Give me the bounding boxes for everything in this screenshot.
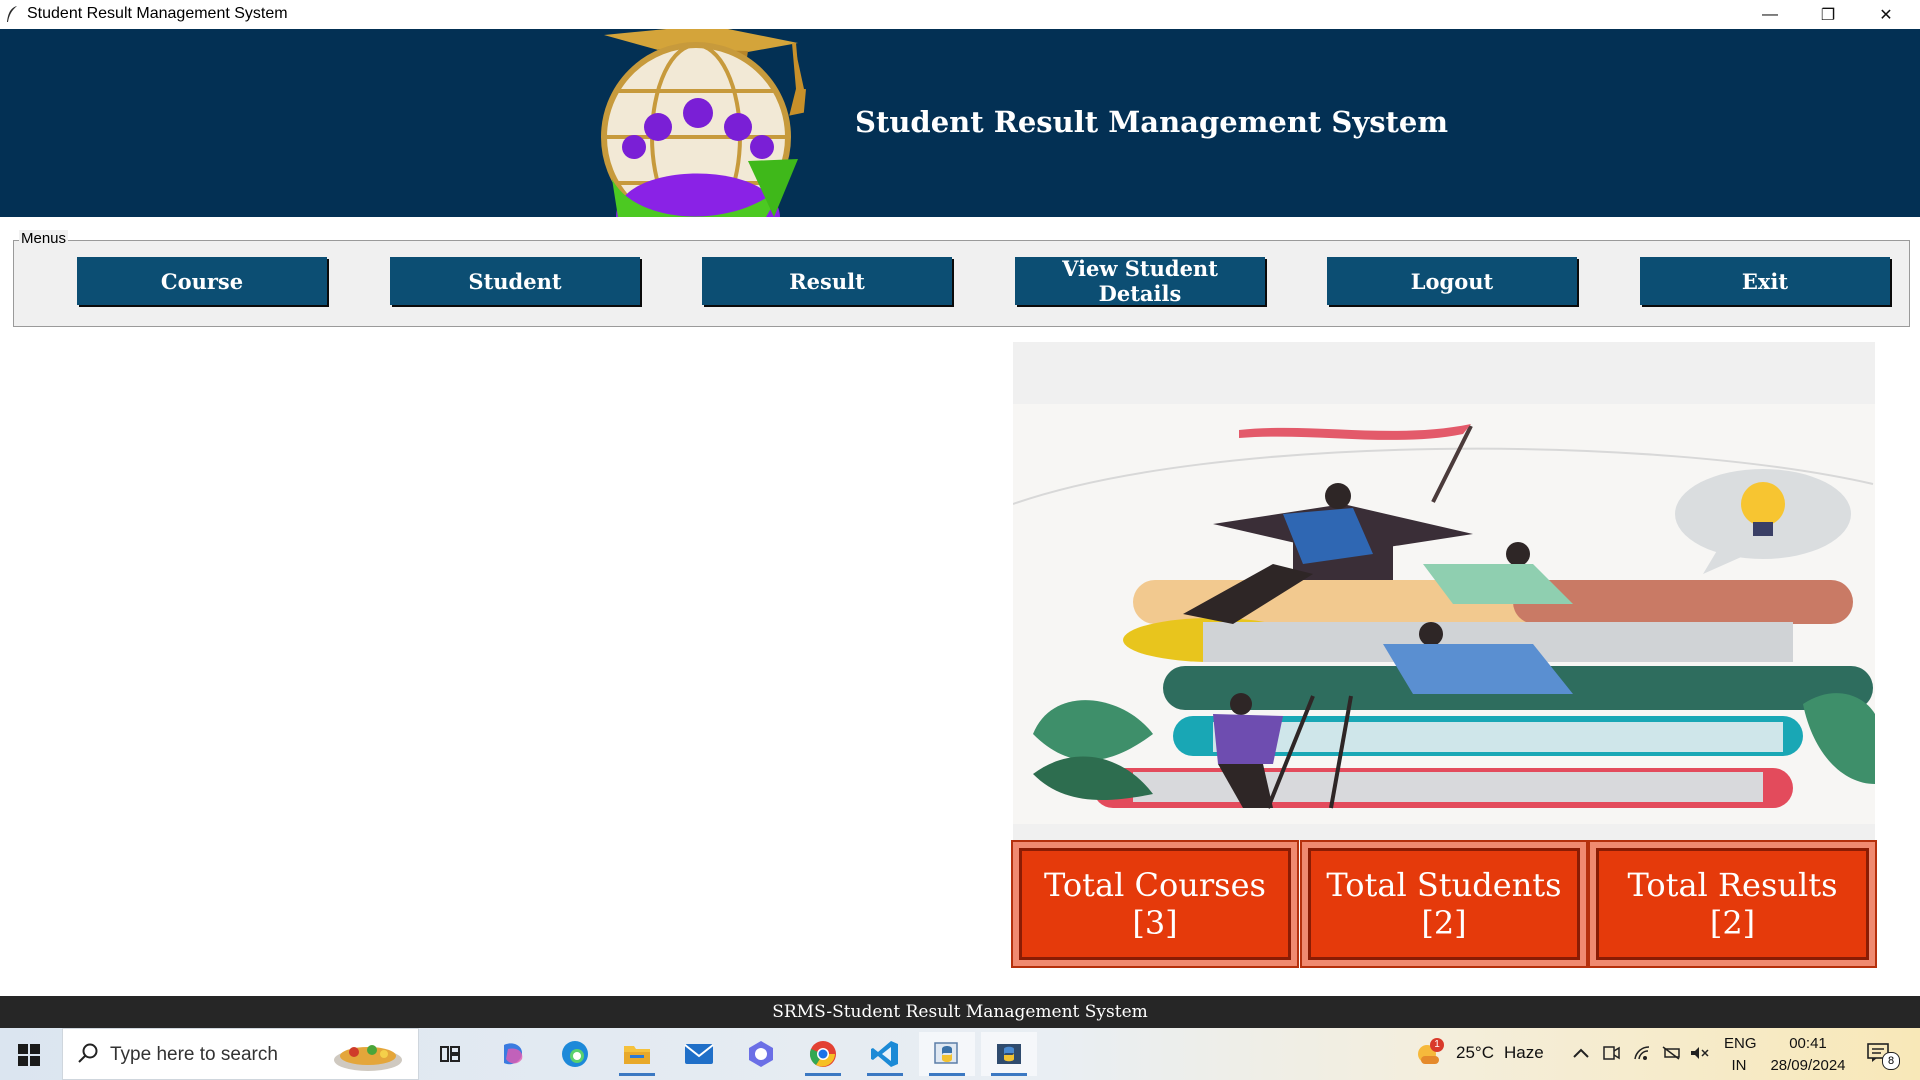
maximize-button[interactable]: ❐ [1799,0,1857,29]
total-students-card: Total Students [2] [1302,842,1586,966]
window-titlebar: Student Result Management System — ❐ ✕ [0,0,1920,29]
weather-condition[interactable]: Haze [1504,1043,1544,1063]
file-explorer-icon[interactable] [609,1032,665,1076]
vscode-icon[interactable] [857,1032,913,1076]
feather-icon [7,6,17,22]
logout-button[interactable]: Logout [1327,257,1577,305]
meet-now-icon[interactable] [1601,1043,1621,1063]
windows-taskbar: Type here to search 1 25°C Haze ENG IN 0… [0,1028,1920,1080]
app-title: Student Result Management System [855,105,1449,139]
result-button[interactable]: Result [702,257,952,305]
exit-button[interactable]: Exit [1640,257,1890,305]
app-header: Student Result Management System [0,29,1920,217]
notifications-button[interactable]: 8 [1866,1042,1906,1070]
weather-temperature[interactable]: 25°C [1456,1043,1494,1063]
view-student-details-button[interactable]: View Student Details [1015,256,1265,306]
books-climbing-illustration [1013,404,1875,824]
notification-count: 8 [1882,1052,1900,1070]
total-courses-card: Total Courses [3] [1013,842,1297,966]
clock-date[interactable]: 28/09/2024 [1766,1057,1850,1074]
windows-start-icon[interactable] [18,1044,40,1066]
wifi-icon[interactable] [1633,1043,1653,1063]
chrome-icon[interactable] [795,1032,851,1076]
minimize-button[interactable]: — [1741,0,1799,29]
volume-muted-icon[interactable] [1689,1043,1709,1063]
chevron-up-icon[interactable] [1571,1043,1591,1063]
total-results-card: Total Results [2] [1590,842,1875,966]
total-students-value: [2] [1421,904,1467,942]
total-courses-value: [3] [1132,904,1178,942]
course-button[interactable]: Course [77,257,327,305]
language-line2[interactable]: IN [1724,1057,1754,1074]
search-highlight-food-icon [334,1045,402,1071]
copilot-alt-icon[interactable] [733,1032,789,1076]
clock-time[interactable]: 00:41 [1770,1035,1846,1052]
total-students-label: Total Students [1326,866,1562,904]
search-icon [78,1043,98,1063]
weather-badge: 1 [1430,1038,1444,1052]
edge-browser-icon[interactable] [547,1032,603,1076]
search-placeholder: Type here to search [110,1044,278,1065]
language-line1[interactable]: ENG [1724,1035,1757,1052]
menus-legend: Menus [19,230,69,247]
python-idle-icon[interactable] [919,1032,975,1076]
total-results-value: [2] [1709,904,1756,942]
illustration-panel [1013,342,1875,842]
total-results-label: Total Results [1627,866,1838,904]
copilot-icon[interactable] [485,1032,541,1076]
close-button[interactable]: ✕ [1857,0,1915,29]
python-app-icon[interactable] [981,1032,1037,1076]
app-footer: SRMS-Student Result Management System [0,996,1920,1028]
window-title: Student Result Management System [27,5,288,22]
student-button[interactable]: Student [390,257,640,305]
mail-icon[interactable] [671,1032,727,1076]
battery-icon[interactable] [1661,1043,1681,1063]
graduation-globe-logo [601,29,806,217]
total-courses-label: Total Courses [1044,866,1266,904]
task-view-icon[interactable] [422,1032,478,1076]
